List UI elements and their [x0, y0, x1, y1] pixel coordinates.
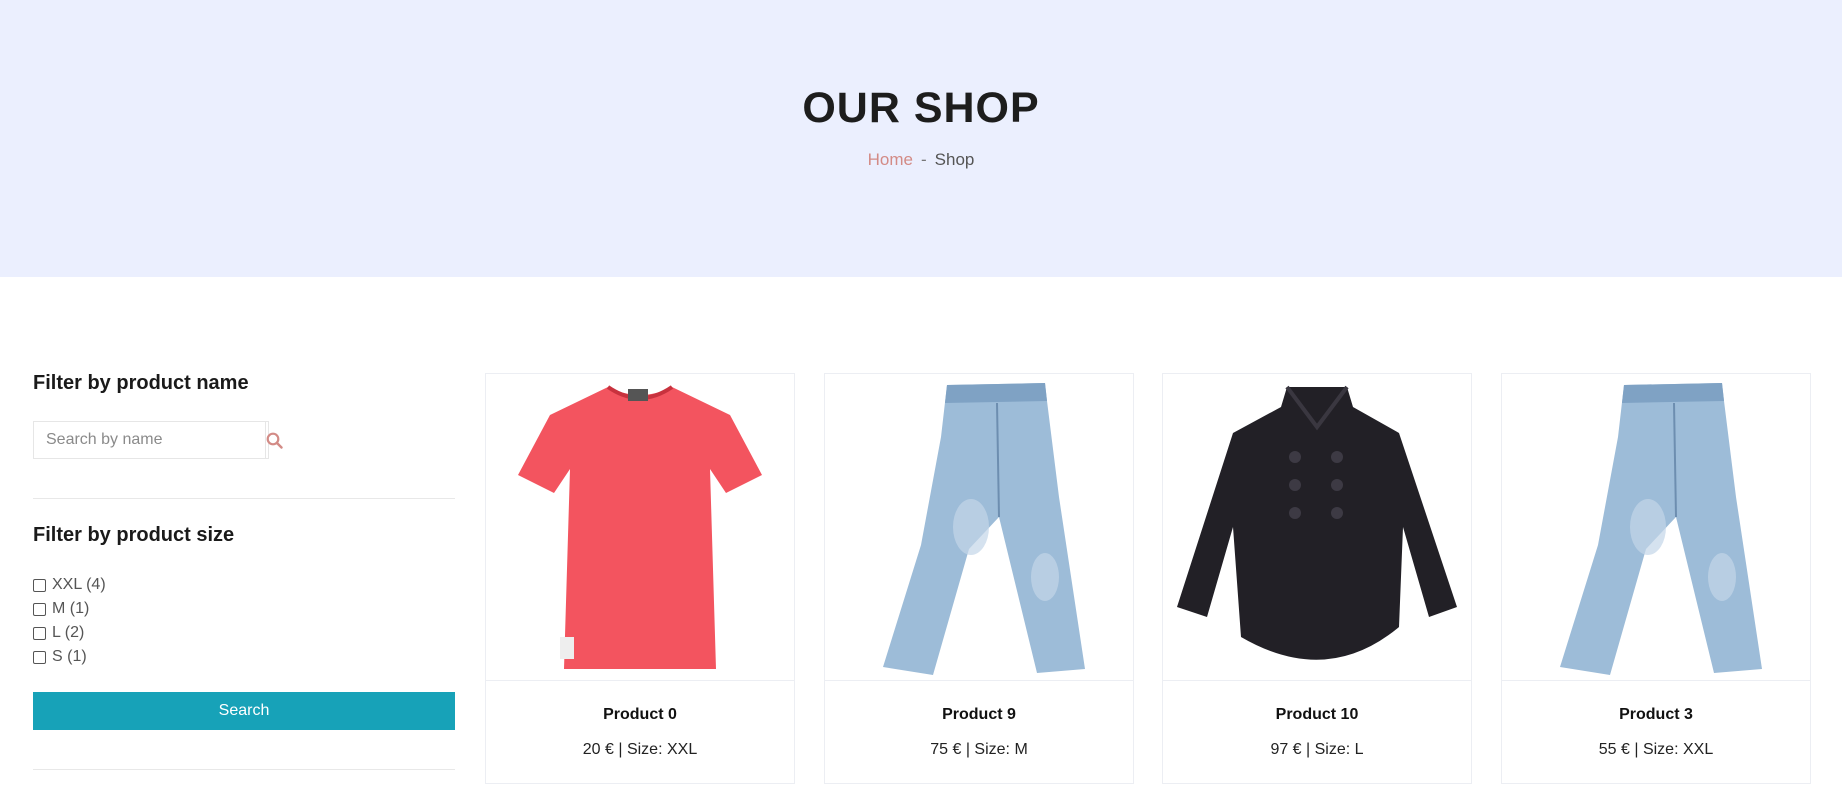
search-button[interactable]: Search [33, 692, 455, 730]
sidebar-divider [33, 498, 455, 499]
checkbox[interactable] [33, 602, 46, 616]
size-option-label: M (1) [52, 600, 90, 617]
product-card[interactable]: Product 9 75 € | Size: M [824, 373, 1134, 784]
coat-icon [1177, 385, 1457, 660]
size-option-m[interactable]: M (1) [33, 597, 106, 621]
size-option-label: XXL (4) [52, 576, 106, 593]
name-filter-heading: Filter by product name [33, 372, 249, 394]
breadcrumb-separator: - [920, 150, 927, 169]
product-image[interactable] [486, 374, 794, 681]
size-options-list: XXL (4) M (1) L (2) S (1) [33, 573, 106, 669]
product-image[interactable] [1502, 374, 1810, 681]
checkbox[interactable] [33, 626, 46, 640]
product-card[interactable]: Product 0 20 € | Size: XXL [485, 373, 795, 784]
size-option-xxl[interactable]: XXL (4) [33, 573, 106, 597]
product-price-size: 75 € | Size: M [930, 741, 1028, 758]
product-card[interactable]: Product 3 55 € | Size: XXL [1501, 373, 1811, 784]
product-name: Product 9 [942, 706, 1016, 723]
sidebar-divider [33, 769, 455, 770]
search-icon [266, 432, 283, 449]
product-name: Product 0 [603, 706, 677, 723]
product-name: Product 10 [1275, 706, 1359, 723]
product-image[interactable] [1163, 374, 1471, 681]
checkbox[interactable] [33, 650, 46, 664]
tshirt-icon [518, 385, 762, 669]
breadcrumb: Home - Shop [0, 150, 1842, 170]
size-option-label: L (2) [52, 624, 85, 641]
name-search-box [33, 421, 283, 459]
product-price-size: 20 € | Size: XXL [582, 741, 698, 758]
page-title: OUR SHOP [802, 84, 1040, 132]
page-header: OUR SHOP Home - Shop [0, 0, 1842, 277]
product-image[interactable] [825, 374, 1133, 681]
size-option-l[interactable]: L (2) [33, 621, 106, 645]
search-input[interactable] [34, 422, 266, 458]
checkbox[interactable] [33, 578, 46, 592]
breadcrumb-home-link[interactable]: Home [868, 150, 913, 169]
size-option-s[interactable]: S (1) [33, 645, 106, 669]
breadcrumb-current: Shop [934, 150, 975, 169]
jeans-icon [883, 383, 1085, 675]
search-icon-button[interactable] [266, 422, 283, 458]
size-filter-heading: Filter by product size [33, 524, 235, 546]
filter-sidebar: Filter by product name Filter by product… [33, 372, 455, 770]
product-price-size: 55 € | Size: XXL [1598, 741, 1714, 758]
product-price-size: 97 € | Size: L [1270, 741, 1364, 758]
product-card[interactable]: Product 10 97 € | Size: L [1162, 373, 1472, 784]
product-name: Product 3 [1619, 706, 1693, 723]
size-option-label: S (1) [52, 648, 87, 665]
jeans-icon [1560, 383, 1762, 675]
